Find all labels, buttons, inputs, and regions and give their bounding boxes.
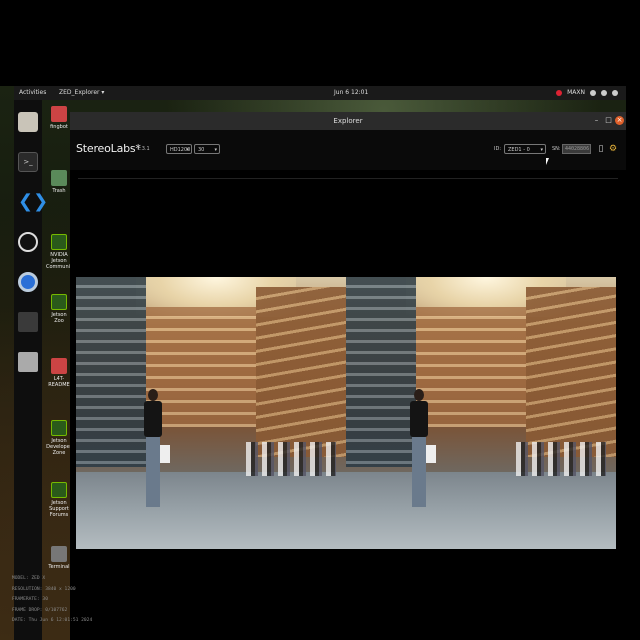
left-camera-view	[76, 277, 346, 549]
maximize-icon[interactable]: □	[604, 116, 613, 125]
atrium-brick-wall	[256, 287, 346, 457]
desktop-icon[interactable]: fingbot	[46, 106, 72, 130]
camera-id-select[interactable]: ZED1 - 0 ▾	[504, 144, 546, 154]
nvidia-icon	[51, 234, 67, 250]
terminal-icon[interactable]: >_	[18, 152, 38, 172]
nvidia-icon	[51, 482, 67, 498]
chevron-down-icon: ▾	[540, 147, 543, 153]
camera-id-label: ID:	[494, 146, 502, 152]
explorer-window: Explorer – □ × StereoLabs* 1.3.1 HD1200 …	[70, 112, 626, 640]
person-figure	[408, 389, 436, 519]
desktop-icon[interactable]: Trash	[46, 170, 72, 194]
nvidia-icon	[51, 294, 67, 310]
serial-number-field[interactable]: 44028806	[562, 144, 591, 154]
people-group	[516, 442, 606, 476]
folder-icon	[51, 106, 67, 122]
system-tray[interactable]: MAXN	[556, 86, 618, 100]
trash-icon	[51, 170, 67, 186]
nvidia-icon	[51, 420, 67, 436]
chevron-down-icon: ▾	[214, 147, 217, 153]
nvidia-icon[interactable]	[556, 90, 563, 96]
desktop-icon[interactable]: Jetson Developer Zone	[46, 420, 72, 456]
power-icon[interactable]	[612, 90, 618, 96]
desktop-icon[interactable]: Jetson Zoo	[46, 294, 72, 324]
vscode-icon[interactable]: ❮❯	[18, 192, 48, 212]
fps-select[interactable]: 30 ▾	[194, 144, 220, 154]
camera-refresh-icon[interactable]: ▯	[596, 143, 606, 155]
atrium-balconies	[416, 307, 526, 427]
info-frame-drop: FRAME DROP: 0/107762	[12, 607, 68, 613]
volume-icon[interactable]	[601, 90, 607, 96]
terminal-icon	[51, 546, 67, 562]
chevron-down-icon: ▾	[186, 147, 189, 153]
atrium-floor	[76, 472, 346, 549]
window-title: Explorer	[333, 117, 363, 125]
info-framerate: FRAMERATE: 30	[12, 597, 48, 602]
camera-id-value: ZED1 - 0	[508, 147, 530, 153]
minimize-icon[interactable]: –	[592, 116, 601, 125]
version-label: 1.3.1	[137, 146, 150, 152]
zed-explorer-icon[interactable]	[18, 312, 38, 332]
info-model: MODEL: ZED X	[12, 576, 46, 581]
atrium-floor	[346, 472, 616, 549]
explorer-toolbar: StereoLabs* 1.3.1 HD1200 ▾ 30 ▾ ID: ZED1…	[70, 130, 626, 170]
clock[interactable]: Jun 6 12:01	[334, 86, 368, 100]
desktop-icon[interactable]: Jetson Support Forums	[46, 482, 72, 518]
desktop-icon[interactable]: Terminal	[46, 546, 72, 570]
video-panel	[76, 178, 618, 640]
camera-info-overlay: MODEL: ZED X RESOLUTION: 3840 x 1200 FRA…	[12, 574, 92, 627]
disk-icon[interactable]	[18, 352, 38, 372]
info-resolution: RESOLUTION: 3840 x 1200	[12, 586, 76, 592]
document-icon	[51, 358, 67, 374]
mouse-cursor	[546, 158, 549, 165]
dock: >_ ❮❯	[14, 100, 48, 640]
window-titlebar[interactable]: Explorer – □ ×	[70, 112, 626, 130]
desktop-icon[interactable]: NVIDIA Jetson Community	[46, 234, 75, 270]
atrium-glass-wall	[346, 277, 416, 467]
people-group	[246, 442, 336, 476]
files-icon[interactable]	[18, 112, 38, 132]
right-camera-view	[346, 277, 616, 549]
desktop-icon[interactable]: L4T-README	[46, 358, 72, 388]
system-top-bar: Activities ZED_Explorer ▾ Jun 6 12:01 MA…	[14, 86, 626, 100]
chromium-icon[interactable]	[18, 272, 38, 292]
gear-icon[interactable]: ⚙	[608, 143, 618, 155]
power-mode-label[interactable]: MAXN	[567, 86, 585, 100]
letterbox-top	[0, 0, 640, 86]
activities-button[interactable]: Activities	[19, 86, 46, 100]
atrium-brick-wall	[526, 287, 616, 457]
app-menu[interactable]: ZED_Explorer ▾	[59, 86, 104, 100]
stereo-video-feed	[76, 277, 618, 549]
atrium-glass-wall	[76, 277, 146, 467]
close-icon[interactable]: ×	[615, 116, 624, 125]
network-icon[interactable]	[590, 90, 596, 96]
serial-label: SN:	[552, 146, 561, 152]
obs-icon[interactable]	[18, 232, 38, 252]
fps-value: 30	[198, 147, 205, 153]
letterbox-right	[626, 86, 640, 640]
stereolabs-logo: StereoLabs*	[76, 142, 141, 155]
resolution-select[interactable]: HD1200 ▾	[166, 144, 192, 154]
screen: Activities ZED_Explorer ▾ Jun 6 12:01 MA…	[0, 0, 640, 640]
person-figure	[142, 389, 170, 519]
info-date: DATE: Thu Jun 6 12:01:51 2024	[12, 618, 93, 623]
